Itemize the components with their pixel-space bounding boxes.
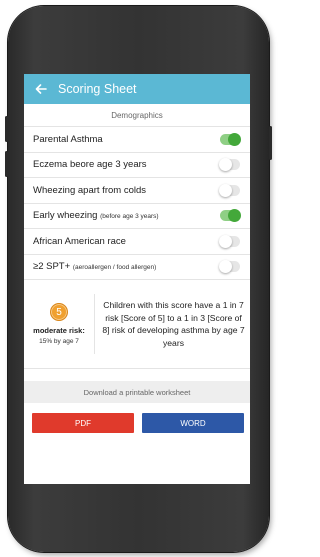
- score-badge: 5: [50, 303, 68, 321]
- question-row-african-american: African American race: [24, 229, 250, 255]
- question-label: Wheezing apart from colds: [33, 184, 146, 196]
- risk-summary: 5 moderate risk: 15% by age 7: [24, 294, 95, 354]
- download-buttons: PDF WORD: [24, 413, 250, 433]
- risk-percentage: 15% by age 7: [39, 338, 79, 345]
- app-header: Scoring Sheet: [24, 74, 250, 104]
- question-label: Eczema beore age 3 years: [33, 159, 147, 171]
- toggle-knob: [219, 260, 232, 274]
- toggle-knob: [228, 209, 241, 223]
- question-sublabel: (before age 3 years): [100, 213, 159, 221]
- toggle-knob: [219, 234, 232, 248]
- question-list: Parental Asthma Eczema beore age 3 years…: [24, 127, 250, 280]
- toggle-knob: [219, 183, 232, 197]
- parental-asthma-toggle[interactable]: [220, 132, 241, 146]
- eczema-toggle[interactable]: [219, 158, 240, 172]
- pdf-button[interactable]: PDF: [32, 413, 134, 433]
- word-button[interactable]: WORD: [142, 413, 244, 433]
- question-label: Parental Asthma: [33, 133, 103, 145]
- african-american-toggle[interactable]: [219, 234, 240, 248]
- back-arrow-icon[interactable]: [28, 84, 54, 94]
- question-row-wheezing: Wheezing apart from colds: [24, 178, 250, 204]
- spt-toggle[interactable]: [219, 260, 240, 274]
- early-wheezing-toggle[interactable]: [220, 209, 241, 223]
- question-row-early-wheezing: Early wheezing (before age 3 years): [24, 204, 250, 229]
- power-button: [269, 126, 272, 160]
- toggle-knob: [219, 158, 232, 172]
- result-description: Children with this score have a 1 in 7 r…: [102, 300, 245, 348]
- question-label: Early wheezing (before age 3 years): [33, 210, 159, 222]
- volume-button: [5, 151, 8, 177]
- page-title: Scoring Sheet: [58, 82, 137, 96]
- result-panel: 5 moderate risk: 15% by age 7 Children w…: [24, 280, 250, 369]
- question-row-eczema: Eczema beore age 3 years: [24, 153, 250, 178]
- question-label: African American race: [33, 235, 126, 247]
- app-screen: Scoring Sheet Demographics Parental Asth…: [24, 74, 250, 484]
- wheezing-toggle[interactable]: [219, 183, 240, 197]
- question-row-spt: ≥2 SPT+ (aeroallergen / food allergen): [24, 255, 250, 280]
- section-title: Demographics: [24, 104, 250, 127]
- volume-button: [5, 116, 8, 142]
- question-sublabel: (aeroallergen / food allergen): [72, 264, 157, 272]
- question-row-parental-asthma: Parental Asthma: [24, 127, 250, 153]
- risk-label: moderate risk:: [33, 326, 85, 335]
- toggle-knob: [228, 132, 241, 146]
- question-label: ≥2 SPT+ (aeroallergen / food allergen): [33, 261, 157, 273]
- download-worksheet-label: Download a printable worksheet: [24, 381, 250, 403]
